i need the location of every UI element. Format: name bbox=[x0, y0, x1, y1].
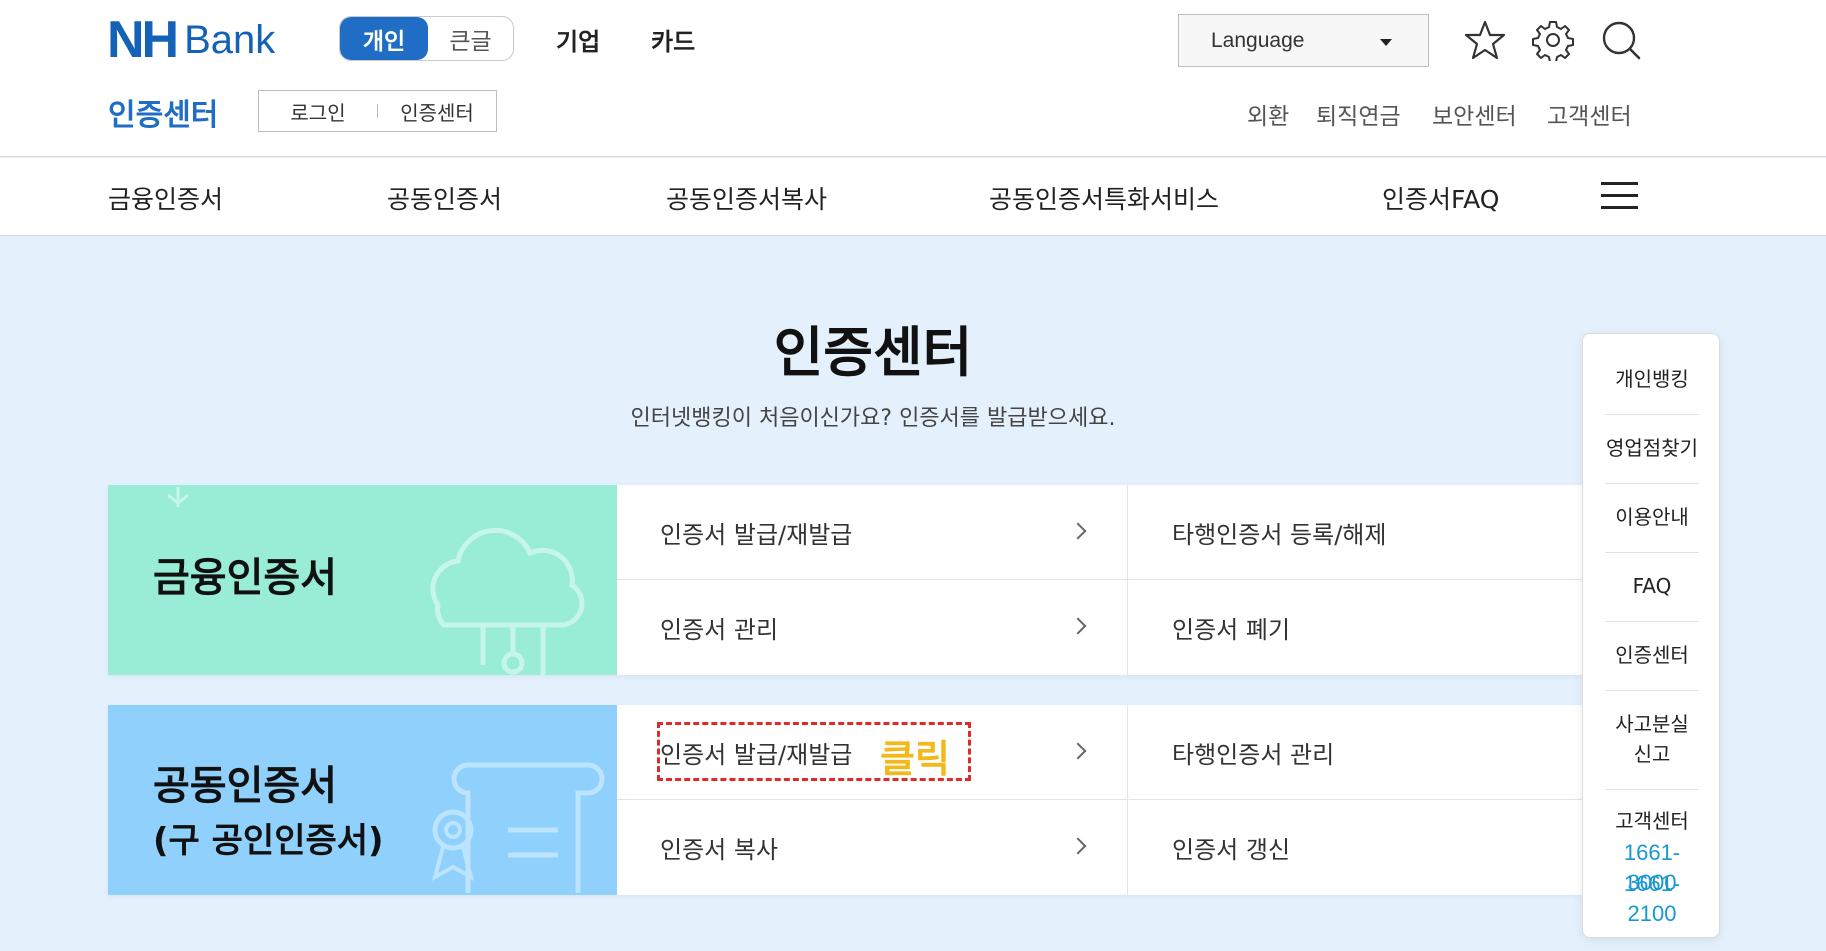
chevron-right-icon bbox=[1069, 742, 1087, 760]
quick-divider bbox=[1605, 690, 1699, 691]
nav-financial-cert[interactable]: 금융인증서 bbox=[108, 180, 223, 216]
page-title: 인증센터 bbox=[773, 321, 973, 384]
quick-customer-center: 고객센터 bbox=[1615, 809, 1689, 833]
quick-divider bbox=[1605, 552, 1699, 553]
quick-faq[interactable]: FAQ bbox=[1605, 571, 1699, 601]
chevron-right-icon bbox=[1069, 617, 1087, 635]
joint-cert-subtitle: (구 공인인증서) bbox=[153, 821, 384, 861]
decorative-sparkle-icon bbox=[167, 487, 189, 507]
nav-joint-cert-copy[interactable]: 공동인증서복사 bbox=[666, 180, 827, 216]
quick-loss-report[interactable]: 사고분실 bbox=[1605, 709, 1699, 739]
login-tab[interactable]: 로그인 bbox=[259, 97, 377, 126]
gear-icon[interactable] bbox=[1532, 19, 1574, 61]
joint-cert-title: 공동인증서 bbox=[153, 763, 337, 809]
caret-down-icon bbox=[1380, 39, 1392, 46]
joint-copy-label: 인증서 복사 bbox=[660, 836, 779, 864]
joint-other-bank-label: 타행인증서 관리 bbox=[1172, 740, 1335, 769]
joint-copy-link[interactable]: 인증서 복사 bbox=[617, 800, 1128, 895]
chevron-right-icon bbox=[1069, 522, 1087, 540]
star-icon[interactable] bbox=[1464, 19, 1506, 61]
financial-cert-banner: 금융인증서 bbox=[108, 485, 617, 675]
quick-personal-banking[interactable]: 개인뱅킹 bbox=[1605, 364, 1699, 394]
language-select-value: Language bbox=[1211, 28, 1305, 52]
joint-renew-label: 인증서 갱신 bbox=[1172, 836, 1291, 864]
cloud-network-icon bbox=[430, 527, 585, 675]
corporate-link[interactable]: 기업 bbox=[556, 22, 600, 57]
nav-joint-cert[interactable]: 공동인증서 bbox=[387, 180, 502, 216]
forex-link[interactable]: 외환 bbox=[1247, 97, 1289, 131]
joint-renew-link[interactable]: 인증서 갱신 bbox=[1129, 800, 1640, 895]
quick-divider bbox=[1605, 789, 1699, 790]
quick-divider bbox=[1605, 483, 1699, 484]
logo-bank-text: Bank bbox=[184, 18, 276, 62]
financial-manage-label: 인증서 관리 bbox=[660, 616, 779, 644]
quick-loss-report-line2[interactable]: 신고 bbox=[1605, 739, 1699, 769]
menu-hamburger-icon[interactable] bbox=[1601, 182, 1638, 210]
quick-branch-finder[interactable]: 영업점찾기 bbox=[1605, 433, 1699, 463]
pension-link[interactable]: 퇴직연금 bbox=[1316, 97, 1401, 131]
financial-other-bank-link[interactable]: 타행인증서 등록/해제 bbox=[1129, 485, 1640, 580]
certificate-scroll-icon bbox=[431, 762, 605, 893]
financial-cert-card: 금융인증서 인증서 발급/재발급 인증서 관리 타행인증서 등록/해제 인증서 … bbox=[108, 485, 1640, 675]
security-center-link[interactable]: 보안센터 bbox=[1432, 97, 1517, 131]
quick-divider bbox=[1605, 414, 1699, 415]
personal-toggle-button[interactable]: 개인 bbox=[340, 17, 428, 60]
financial-cert-title: 금융인증서 bbox=[153, 555, 337, 601]
site-header: NH Bank 개인 큰글 기업 카드 Language 인증센터 로그인 인증… bbox=[0, 0, 1826, 157]
financial-issue-label: 인증서 발급/재발급 bbox=[660, 520, 853, 549]
quick-menu: 개인뱅킹 영업점찾기 이용안내 FAQ 인증센터 사고분실 신고 고객센터 16… bbox=[1582, 333, 1720, 938]
language-select[interactable]: Language bbox=[1178, 14, 1429, 67]
financial-revoke-label: 인증서 폐기 bbox=[1172, 616, 1291, 644]
joint-other-bank-link[interactable]: 타행인증서 관리 bbox=[1129, 705, 1640, 800]
page-description: 인터넷뱅킹이 처음이신가요? 인증서를 발급받으세요. bbox=[630, 406, 1116, 431]
nav-cert-faq[interactable]: 인증서FAQ bbox=[1382, 180, 1499, 216]
sub-tabs: 로그인 인증센터 bbox=[258, 90, 497, 132]
main-navigation: 금융인증서 공동인증서 공동인증서복사 공동인증서특화서비스 인증서FAQ bbox=[0, 158, 1826, 236]
quick-guide[interactable]: 이용안내 bbox=[1605, 502, 1699, 532]
section-title: 인증센터 bbox=[108, 98, 219, 133]
financial-revoke-link[interactable]: 인증서 폐기 bbox=[1129, 580, 1640, 675]
nh-bank-logo[interactable]: NH Bank bbox=[107, 11, 276, 69]
large-text-toggle-button[interactable]: 큰글 bbox=[428, 17, 513, 60]
nav-joint-cert-special[interactable]: 공동인증서특화서비스 bbox=[989, 180, 1219, 216]
phone-number[interactable]: 1661-2100 bbox=[1605, 869, 1699, 929]
click-annotation-label: 클릭 bbox=[880, 737, 950, 781]
chevron-right-icon bbox=[1069, 837, 1087, 855]
customer-center-link[interactable]: 고객센터 bbox=[1547, 97, 1632, 131]
financial-other-bank-label: 타행인증서 등록/해제 bbox=[1172, 520, 1387, 549]
quick-cert-center[interactable]: 인증센터 bbox=[1605, 640, 1699, 670]
financial-manage-link[interactable]: 인증서 관리 bbox=[617, 580, 1128, 675]
quick-divider bbox=[1605, 621, 1699, 622]
financial-issue-link[interactable]: 인증서 발급/재발급 bbox=[617, 485, 1128, 580]
joint-cert-banner: 공동인증서 (구 공인인증서) bbox=[108, 705, 617, 895]
view-mode-toggle: 개인 큰글 bbox=[339, 16, 514, 61]
search-icon[interactable] bbox=[1600, 19, 1642, 61]
cert-center-tab[interactable]: 인증센터 bbox=[378, 97, 496, 126]
logo-nh-text: NH bbox=[107, 11, 179, 69]
card-link[interactable]: 카드 bbox=[651, 22, 695, 57]
